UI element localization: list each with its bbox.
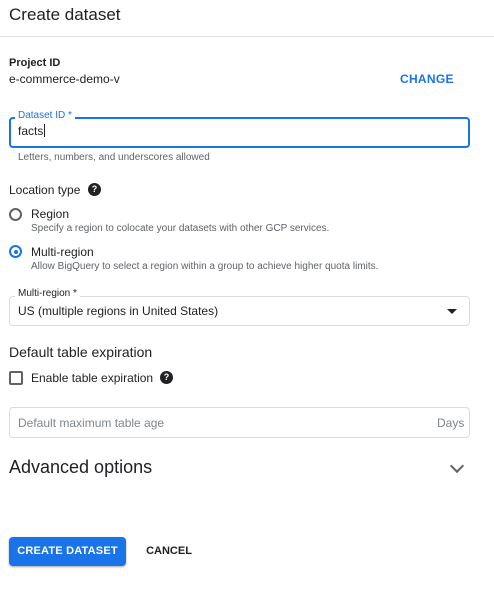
text-cursor <box>44 124 46 137</box>
enable-expiration-label: Enable table expiration <box>31 371 154 385</box>
table-expiration-title: Default table expiration <box>9 344 153 360</box>
project-id-label: Project ID <box>9 57 61 69</box>
page-title: Create dataset <box>9 5 121 24</box>
multi-region-select-value: US (multiple regions in United States) <box>18 304 219 318</box>
dataset-id-input[interactable]: facts <box>18 124 46 138</box>
multi-region-select-label: Multi-region * <box>15 288 80 300</box>
cancel-button[interactable]: CANCEL <box>139 537 199 566</box>
dataset-id-label: Dataset ID * <box>15 110 75 122</box>
dropdown-arrow-icon[interactable] <box>447 309 457 314</box>
region-label: Region <box>31 207 70 221</box>
help-icon[interactable]: ? <box>160 371 173 384</box>
max-table-age-suffix: Days <box>437 416 465 430</box>
multi-region-label: Multi-region <box>31 245 94 259</box>
dataset-id-field[interactable] <box>9 117 470 148</box>
dataset-id-value: facts <box>18 124 44 138</box>
multi-region-radio[interactable] <box>9 245 22 258</box>
multi-region-description: Allow BigQuery to select a region within… <box>31 261 379 272</box>
advanced-options-title[interactable]: Advanced options <box>9 457 152 478</box>
enable-expiration-checkbox[interactable] <box>9 371 23 385</box>
max-table-age-placeholder: Default maximum table age <box>18 416 165 430</box>
region-description: Specify a region to colocate your datase… <box>31 223 330 234</box>
region-radio[interactable] <box>9 208 22 221</box>
chevron-down-icon[interactable] <box>449 458 465 474</box>
change-project-button[interactable]: CHANGE <box>392 70 462 88</box>
dataset-id-hint: Letters, numbers, and underscores allowe… <box>18 152 210 163</box>
location-type-label: Location type <box>9 183 81 197</box>
project-id-value: e-commerce-demo-v <box>9 72 120 86</box>
help-icon[interactable]: ? <box>88 183 101 196</box>
header-divider <box>0 36 494 37</box>
create-dataset-button[interactable]: CREATE DATASET <box>9 537 126 566</box>
